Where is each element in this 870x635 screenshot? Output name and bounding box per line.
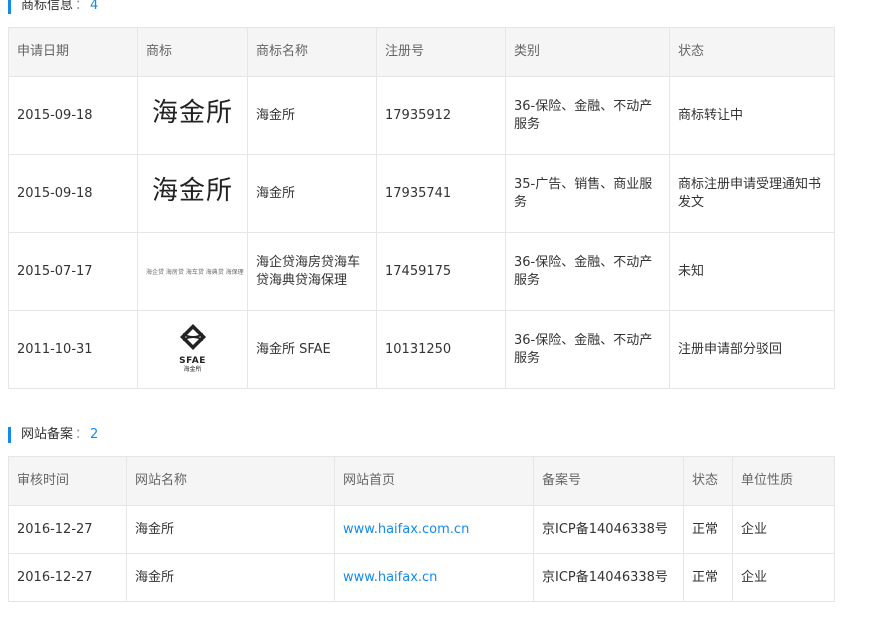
col-header-reg-no: 注册号 [376, 27, 506, 77]
col-header-review-time: 审核时间 [8, 456, 127, 506]
website-title-label: 网站备案 [21, 427, 74, 442]
homepage-cell: www.haifax.com.cn [334, 505, 534, 554]
reg-no-cell: 17935741 [376, 154, 506, 233]
org-type-cell: 企业 [732, 553, 835, 602]
table-row[interactable]: 2015-07-17 海企贷 海房贷 海车贷 海典贷 海保理 海企贷海房贷海车贷… [8, 232, 835, 311]
icp-no-cell: 京ICP备14046338号 [533, 553, 684, 602]
trademark-count: 4 [90, 0, 99, 13]
trademark-logo-image[interactable]: 海金所 [152, 98, 233, 128]
table-header-row: 审核时间 网站名称 网站首页 备案号 状态 单位性质 [8, 456, 835, 506]
sfae-logo-subtext: 海金所 [183, 365, 202, 373]
col-header-homepage: 网站首页 [334, 456, 534, 506]
trademark-name-cell: 海企贷海房贷海车贷海典贷海保理 [247, 232, 377, 311]
trademark-logo-cell[interactable]: 海金所 [137, 76, 248, 155]
sfae-emblem-icon [179, 323, 206, 350]
site-name-cell: 海金所 [126, 505, 335, 554]
trademark-logo-cell[interactable]: 海金所 [137, 154, 248, 233]
status-cell: 商标转让中 [669, 76, 835, 155]
apply-date-cell: 2015-09-18 [8, 154, 138, 233]
table-header-row: 申请日期 商标 商标名称 注册号 类别 状态 [8, 27, 835, 77]
website-table: 审核时间 网站名称 网站首页 备案号 状态 单位性质 2016-12-27 海金… [8, 456, 835, 602]
review-time-cell: 2016-12-27 [8, 505, 127, 554]
category-cell: 36-保险、金融、不动产服务 [505, 232, 670, 311]
col-header-trademark: 商标 [137, 27, 248, 77]
apply-date-cell: 2011-10-31 [8, 310, 138, 389]
table-row[interactable]: 2015-09-18 海金所 海金所 17935741 35-广告、销售、商业服… [8, 154, 835, 233]
sfae-logo[interactable]: SFAE 海金所 [172, 323, 214, 373]
icp-no-cell: 京ICP备14046338号 [533, 505, 684, 554]
table-row[interactable]: 2011-10-31 SFAE 海金所 海金所 SFAE 10131250 36… [8, 310, 835, 389]
table-row: 2016-12-27 海金所 www.haifax.com.cn 京ICP备14… [8, 505, 835, 554]
site-name-cell: 海金所 [126, 553, 335, 602]
col-header-status: 状态 [683, 456, 733, 506]
reg-no-cell: 17459175 [376, 232, 506, 311]
status-cell: 正常 [683, 553, 733, 602]
table-row: 2016-12-27 海金所 www.haifax.cn 京ICP备140463… [8, 553, 835, 602]
reg-no-cell: 17935912 [376, 76, 506, 155]
category-cell: 36-保险、金融、不动产服务 [505, 310, 670, 389]
trademark-logo-cell[interactable]: SFAE 海金所 [137, 310, 248, 389]
col-header-category: 类别 [505, 27, 670, 77]
homepage-link[interactable]: www.haifax.cn [343, 570, 437, 585]
website-title-sep: ： [75, 427, 89, 442]
org-type-cell: 企业 [732, 505, 835, 554]
trademark-logo-image[interactable]: 海企贷 海房贷 海车贷 海典贷 海保理 [146, 269, 244, 276]
col-header-apply-date: 申请日期 [8, 27, 138, 77]
trademark-title-sep: ： [75, 0, 89, 13]
col-header-status: 状态 [669, 27, 835, 77]
apply-date-cell: 2015-07-17 [8, 232, 138, 311]
reg-no-cell: 10131250 [376, 310, 506, 389]
trademark-name-cell: 海金所 [247, 154, 377, 233]
trademark-section-title: 商标信息： 4 [8, 0, 98, 14]
status-cell: 未知 [669, 232, 835, 311]
status-cell: 注册申请部分驳回 [669, 310, 835, 389]
table-row[interactable]: 2015-09-18 海金所 海金所 17935912 36-保险、金融、不动产… [8, 76, 835, 155]
status-cell: 正常 [683, 505, 733, 554]
trademark-logo-cell[interactable]: 海企贷 海房贷 海车贷 海典贷 海保理 [137, 232, 248, 311]
col-header-org-type: 单位性质 [732, 456, 835, 506]
website-section-title: 网站备案： 2 [8, 427, 98, 443]
status-cell: 商标注册申请受理通知书发文 [669, 154, 835, 233]
trademark-name-cell: 海金所 SFAE [247, 310, 377, 389]
sfae-logo-text: SFAE [179, 355, 206, 366]
category-cell: 35-广告、销售、商业服务 [505, 154, 670, 233]
website-count: 2 [90, 427, 99, 442]
apply-date-cell: 2015-09-18 [8, 76, 138, 155]
category-cell: 36-保险、金融、不动产服务 [505, 76, 670, 155]
col-header-icp-no: 备案号 [533, 456, 684, 506]
trademark-name-cell: 海金所 [247, 76, 377, 155]
trademark-table: 申请日期 商标 商标名称 注册号 类别 状态 2015-09-18 海金所 海金… [8, 27, 835, 389]
homepage-cell: www.haifax.cn [334, 553, 534, 602]
trademark-title-label: 商标信息 [21, 0, 74, 13]
col-header-site-name: 网站名称 [126, 456, 335, 506]
col-header-trademark-name: 商标名称 [247, 27, 377, 77]
homepage-link[interactable]: www.haifax.com.cn [343, 522, 469, 537]
review-time-cell: 2016-12-27 [8, 553, 127, 602]
trademark-logo-image[interactable]: 海金所 [152, 176, 233, 206]
